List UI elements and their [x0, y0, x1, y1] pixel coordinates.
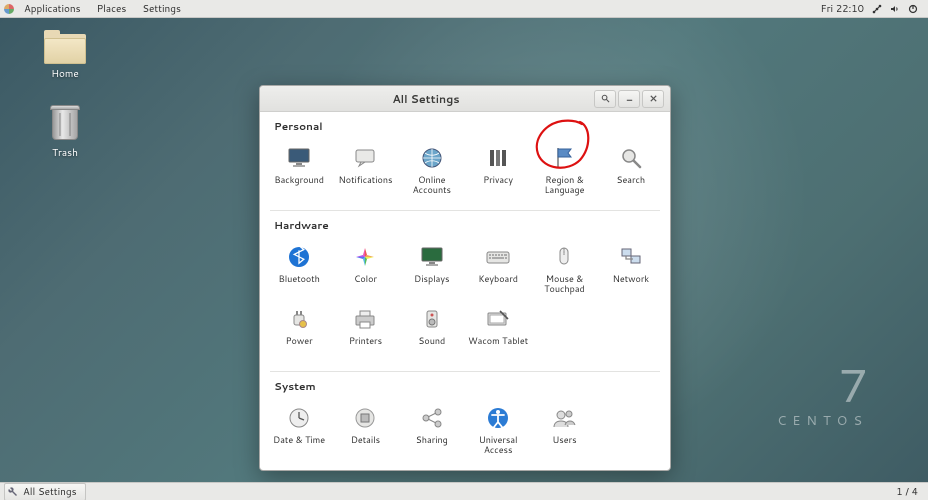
color-icon	[351, 243, 379, 271]
settings-item-mouse[interactable]: Mouse & Touchpad	[531, 237, 597, 299]
power-icon	[285, 305, 313, 333]
tablet-icon	[484, 305, 512, 333]
privacy-icon	[484, 144, 512, 172]
wallpaper-branding: 7 CENTOS	[777, 362, 868, 430]
settings-item-details[interactable]: Details	[332, 398, 398, 460]
window-titlebar[interactable]: All Settings	[260, 86, 670, 112]
window-title: All Settings	[260, 91, 592, 107]
settings-item-sound[interactable]: Sound	[399, 299, 465, 361]
settings-item-universal-access[interactable]: Universal Access	[465, 398, 531, 460]
settings-item-network[interactable]: Network	[598, 237, 664, 299]
clock[interactable]: Fri 22:10	[813, 2, 872, 16]
speaker-icon	[418, 305, 446, 333]
section-personal: Personal	[260, 112, 670, 136]
desktop-icon-label: Trash	[52, 146, 78, 160]
settings-item-datetime[interactable]: Date & Time	[266, 398, 332, 460]
settings-item-users[interactable]: Users	[531, 398, 597, 460]
settings-item-search[interactable]: Search	[598, 138, 664, 200]
bottom-panel: All Settings 1 / 4	[0, 482, 928, 500]
accessibility-icon	[484, 404, 512, 432]
search-button[interactable]	[594, 90, 616, 108]
power-tray-icon[interactable]	[908, 4, 918, 14]
settings-item-keyboard[interactable]: Keyboard	[465, 237, 531, 299]
flag-icon	[550, 144, 578, 172]
settings-item-notifications[interactable]: Notifications	[332, 138, 398, 200]
clock-icon	[285, 404, 313, 432]
settings-item-color[interactable]: Color	[332, 237, 398, 299]
share-icon	[418, 404, 446, 432]
desktop-icon-trash[interactable]: Trash	[30, 105, 100, 160]
network-tray-icon[interactable]	[872, 4, 882, 14]
taskbar-entry-settings[interactable]: All Settings	[4, 483, 86, 500]
settings-item-privacy[interactable]: Privacy	[465, 138, 531, 200]
section-hardware: Hardware	[260, 211, 670, 235]
section-system: System	[260, 372, 670, 396]
network-icon	[617, 243, 645, 271]
display-icon	[418, 243, 446, 271]
settings-item-sharing[interactable]: Sharing	[399, 398, 465, 460]
settings-item-displays[interactable]: Displays	[399, 237, 465, 299]
settings-item-bluetooth[interactable]: Bluetooth	[266, 237, 332, 299]
distro-version: 7	[777, 362, 868, 408]
menu-applications[interactable]: Applications	[16, 2, 89, 16]
settings-item-online-accounts[interactable]: Online Accounts	[399, 138, 465, 200]
settings-wrench-icon	[7, 486, 19, 498]
globe-icon	[418, 144, 446, 172]
top-panel: Applications Places Settings Fri 22:10	[0, 0, 928, 18]
mouse-icon	[550, 243, 578, 271]
settings-item-background[interactable]: Background	[266, 138, 332, 200]
desktop-icon-home[interactable]: Home	[30, 30, 100, 81]
menu-settings[interactable]: Settings	[134, 2, 189, 16]
distro-name: CENTOS	[777, 412, 868, 430]
settings-item-printers[interactable]: Printers	[332, 299, 398, 361]
bluetooth-icon	[285, 243, 313, 271]
trash-icon	[48, 105, 82, 143]
volume-tray-icon[interactable]	[890, 4, 900, 14]
search-icon	[617, 144, 645, 172]
distro-logo-icon	[4, 4, 14, 14]
settings-item-region-language[interactable]: Region & Language	[531, 138, 597, 200]
chip-icon	[351, 404, 379, 432]
keyboard-icon	[484, 243, 512, 271]
desktop-icon-label: Home	[51, 67, 79, 81]
taskbar-entry-label: All Settings	[23, 485, 77, 499]
monitor-icon	[285, 144, 313, 172]
speech-bubble-icon	[351, 144, 379, 172]
workspace-indicator[interactable]: 1 / 4	[890, 485, 924, 499]
folder-icon	[44, 30, 86, 64]
settings-item-wacom[interactable]: Wacom Tablet	[465, 299, 531, 361]
close-button[interactable]	[642, 90, 664, 108]
printer-icon	[351, 305, 379, 333]
users-icon	[550, 404, 578, 432]
settings-window: All Settings Personal Background Notific…	[259, 85, 671, 471]
settings-item-power[interactable]: Power	[266, 299, 332, 361]
minimize-button[interactable]	[618, 90, 640, 108]
menu-places[interactable]: Places	[89, 2, 135, 16]
